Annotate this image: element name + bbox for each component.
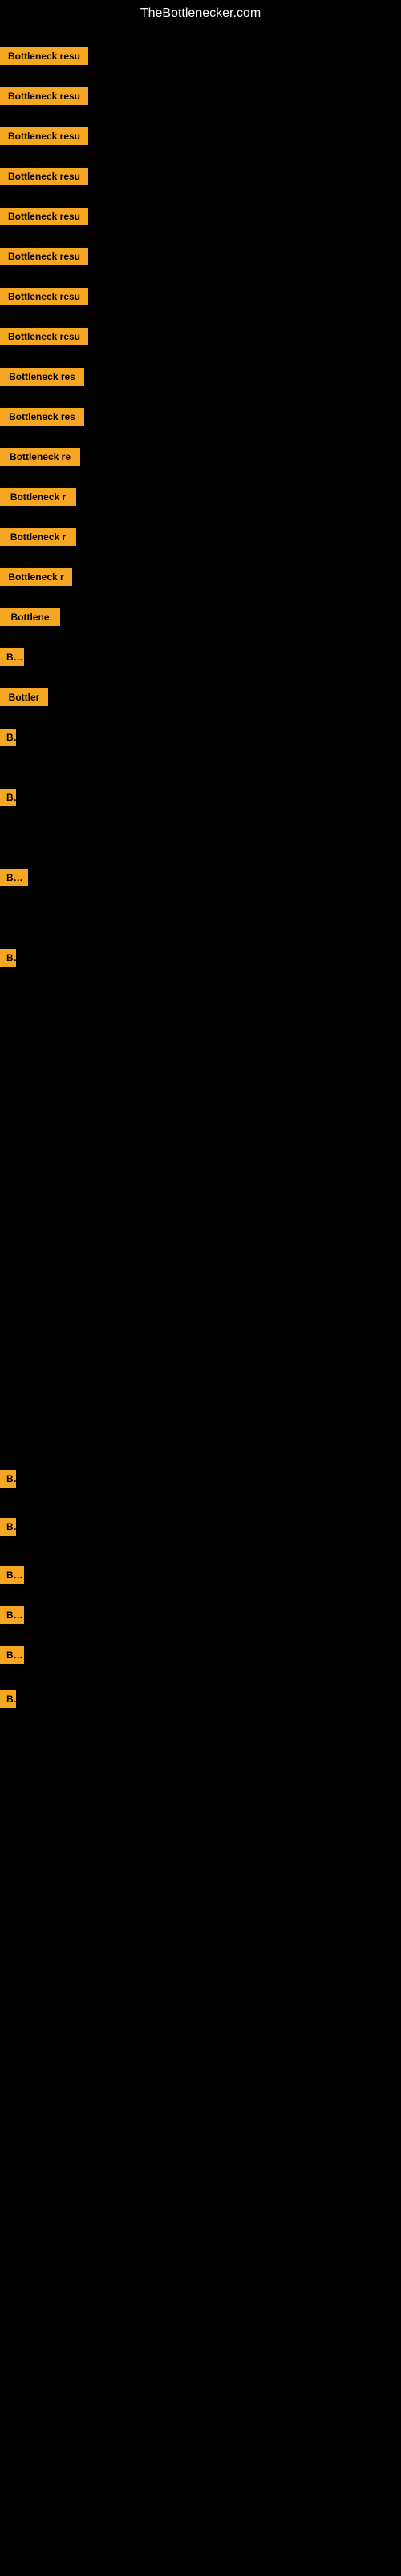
- bottleneck-button-18[interactable]: B: [0, 729, 16, 746]
- bottleneck-button-17[interactable]: Bottler: [0, 688, 48, 706]
- bottleneck-button-9[interactable]: Bottleneck res: [0, 368, 84, 386]
- site-title: TheBottlenecker.com: [0, 0, 401, 27]
- bottleneck-button-10[interactable]: Bottleneck res: [0, 408, 84, 426]
- bottleneck-button-23[interactable]: B: [0, 1518, 16, 1536]
- bottleneck-button-2[interactable]: Bottleneck resu: [0, 87, 88, 105]
- bottleneck-button-1[interactable]: Bottleneck resu: [0, 47, 88, 65]
- bottleneck-button-5[interactable]: Bottleneck resu: [0, 208, 88, 225]
- bottleneck-button-14[interactable]: Bottleneck r: [0, 568, 72, 586]
- bottleneck-button-7[interactable]: Bottleneck resu: [0, 288, 88, 305]
- bottleneck-button-26[interactable]: Bo: [0, 1646, 24, 1664]
- bottleneck-button-27[interactable]: B: [0, 1690, 16, 1708]
- bottleneck-button-4[interactable]: Bottleneck resu: [0, 168, 88, 185]
- bottleneck-button-19[interactable]: B: [0, 789, 16, 806]
- bottleneck-button-15[interactable]: Bottlene: [0, 608, 60, 626]
- bottleneck-button-16[interactable]: Bo: [0, 648, 24, 666]
- bottleneck-button-13[interactable]: Bottleneck r: [0, 528, 76, 546]
- bottleneck-button-6[interactable]: Bottleneck resu: [0, 248, 88, 265]
- bottleneck-button-24[interactable]: Bo: [0, 1566, 24, 1584]
- bottleneck-button-21[interactable]: B: [0, 949, 16, 967]
- bottleneck-button-20[interactable]: Bot: [0, 869, 28, 886]
- bottleneck-button-11[interactable]: Bottleneck re: [0, 448, 80, 466]
- bottleneck-button-22[interactable]: B: [0, 1470, 16, 1488]
- bottleneck-button-12[interactable]: Bottleneck r: [0, 488, 76, 506]
- bottleneck-button-25[interactable]: Bo: [0, 1606, 24, 1624]
- bottleneck-button-8[interactable]: Bottleneck resu: [0, 328, 88, 345]
- bottleneck-button-3[interactable]: Bottleneck resu: [0, 127, 88, 145]
